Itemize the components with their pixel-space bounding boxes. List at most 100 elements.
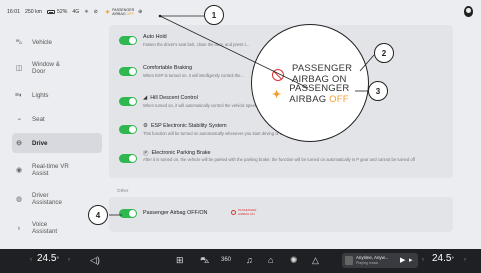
epb-row: Ⓟ Electronic Parking Brake After it is t… xyxy=(119,149,445,175)
play-icon[interactable]: ▶ xyxy=(400,256,405,264)
user-profile-icon[interactable] xyxy=(464,6,473,17)
passenger-airbag-title: Passenger Airbag OFF/ON xyxy=(143,210,208,216)
auto-hold-toggle[interactable] xyxy=(119,36,137,45)
climate-fan-icon[interactable]: ✺ xyxy=(290,255,298,266)
sidebar-item-label: Real-time VR Assist xyxy=(32,163,69,177)
battery-percent: 52% xyxy=(57,9,68,15)
other-section-label: Other xyxy=(117,188,129,193)
passenger-airbag-row: Passenger Airbag OFF/ON PASSENGER AIRBAG… xyxy=(119,208,445,220)
auto-hold-title: Auto Hold xyxy=(143,34,167,40)
right-temp-value: 24.5 xyxy=(432,253,452,264)
sidebar-item-driver-assistance[interactable]: ◍ Driver Assistance xyxy=(14,189,100,209)
music-icon[interactable]: ♫ xyxy=(246,255,253,265)
airbag-on-callout: PASSENGER AIRBAG ON xyxy=(272,63,353,85)
comfortable-braking-desc: When ESP is turned on, it will intellige… xyxy=(143,73,244,78)
hill-descent-icon: ◢ xyxy=(143,95,148,101)
mic-icon: ♁ xyxy=(16,224,22,232)
sidebar-item-label: Window & Door xyxy=(32,61,60,75)
song-subtitle: Playing music xyxy=(356,261,379,265)
360-camera-icon[interactable]: 360 xyxy=(221,257,231,263)
hill-descent-toggle[interactable] xyxy=(119,97,137,106)
sidebar-item-vr-assist[interactable]: ◉ Real-time VR Assist xyxy=(14,160,100,180)
epb-desc: After it is turned on, the vehicle will … xyxy=(143,157,415,162)
esp-title-wrap: ⚙ ESP Electronic Stability System xyxy=(143,123,227,129)
airbag-off-callout: ✦ PASSENGER AIRBAG OFF xyxy=(272,83,350,105)
assist-icon: ◍ xyxy=(15,196,23,203)
left-temp-display[interactable]: 24.5° xyxy=(37,253,59,264)
epb-title: Electronic Parking Brake xyxy=(151,150,211,156)
sidebar-item-window-door[interactable]: ◫ Window & Door xyxy=(14,58,100,78)
airbag-off-icon: ✦ xyxy=(105,9,111,16)
seat-icon: ⟓ xyxy=(17,115,21,122)
bottom-dock: ‹ 24.5° › ◁) ⊞ ⛍ 360 ♫ ⌂ ✺ △ Anytime, An… xyxy=(0,249,481,273)
next-track-icon[interactable]: ▸ xyxy=(409,256,413,264)
vr-icon: ◉ xyxy=(15,167,23,174)
passenger-airbag-status: ✦ PASSENGER AIRBAG OFF xyxy=(105,8,134,16)
apps-grid-icon[interactable]: ⊞ xyxy=(176,255,184,266)
comfortable-braking-title: Comfortable Braking xyxy=(143,65,193,71)
camera-off-icon: ⊘ xyxy=(93,9,99,15)
passenger-airbag-toggle[interactable] xyxy=(119,209,137,218)
battery-indicator: 52% xyxy=(47,9,67,15)
airbag-off-large-icon: ✦ xyxy=(272,89,282,101)
clock: 16:01 xyxy=(7,9,20,15)
media-widget[interactable]: Anytime, Anyw... Playing music ▶ ▸ xyxy=(342,253,418,268)
left-temp-value: 24.5 xyxy=(37,253,57,264)
annotation-badge-2: 2 xyxy=(374,43,394,63)
callout-off-line2: AIRBAG xyxy=(289,93,327,105)
sidebar-item-label: Driver Assistance xyxy=(32,192,62,206)
airbag-on-icon xyxy=(272,68,284,81)
sidebar-item-drive[interactable]: ⊖ Drive xyxy=(12,133,102,153)
window-icon: ◫ xyxy=(15,65,23,72)
esp-toggle[interactable] xyxy=(119,125,137,134)
album-art xyxy=(345,256,353,265)
left-temp-down-icon[interactable]: ‹ xyxy=(30,257,32,263)
esp-title: ESP Electronic Stability System xyxy=(150,123,227,129)
light-icon: ≡◐ xyxy=(14,91,24,99)
callout-on-line1: PASSENGER xyxy=(292,63,353,74)
signal-indicator: 4G xyxy=(72,9,80,15)
annotation-badge-4: 4 xyxy=(88,205,108,225)
passenger-airbag-mini-indicator: PASSENGER AIRBAG ON xyxy=(231,208,256,216)
other-settings-card: Passenger Airbag OFF/ON PASSENGER AIRBAG… xyxy=(109,197,453,232)
annotation-badge-1: 1 xyxy=(204,5,224,25)
volume-icon[interactable]: ◁) xyxy=(90,255,100,266)
pab-status-line2: AIRBAG xyxy=(112,12,126,16)
auto-hold-desc: Fasten the driver's seat belt, close the… xyxy=(143,42,250,47)
sidebar-item-label: Vehicle xyxy=(32,38,52,46)
left-temp-up-icon[interactable]: › xyxy=(68,257,70,263)
sidebar-item-vehicle[interactable]: ⛍ Vehicle xyxy=(14,32,100,52)
callout-off-line1: PASSENGER xyxy=(289,83,350,94)
range-readout: 250 km xyxy=(24,9,42,15)
sidebar-item-label: Lights xyxy=(32,91,49,99)
annotation-badge-3: 3 xyxy=(368,81,388,101)
navigation-icon[interactable]: △ xyxy=(312,255,319,266)
home-icon[interactable]: ⌂ xyxy=(268,255,273,265)
sidebar-item-label: Voice Assistant xyxy=(32,221,58,235)
sidebar-item-label: Seat xyxy=(32,115,45,123)
car-dock-icon[interactable]: ⛍ xyxy=(200,255,209,267)
sidebar-item-lights[interactable]: ≡◐ Lights xyxy=(14,85,100,105)
callout-off-state: OFF xyxy=(329,93,349,105)
globe-icon: ⊕ xyxy=(138,9,143,15)
epb-title-wrap: Ⓟ Electronic Parking Brake xyxy=(143,149,211,157)
epb-toggle[interactable] xyxy=(119,154,137,163)
sidebar-item-label: Drive xyxy=(32,139,48,147)
right-temp-display[interactable]: 24.5° xyxy=(432,253,454,264)
song-title: Anytime, Anyw... xyxy=(356,255,389,260)
right-temp-up-icon[interactable]: › xyxy=(464,257,466,263)
right-temp-down-icon[interactable]: ‹ xyxy=(422,257,424,263)
steering-wheel-icon: ⊖ xyxy=(16,140,22,147)
parking-brake-icon: Ⓟ xyxy=(143,151,149,157)
hill-descent-title: Hill Descent Control xyxy=(150,95,198,101)
sidebar-item-seat[interactable]: ⟓ Seat xyxy=(14,109,100,129)
comfortable-braking-toggle[interactable] xyxy=(119,67,137,76)
sidebar-item-voice-assistant[interactable]: ♁ Voice Assistant xyxy=(14,218,100,238)
car-icon: ⛍ xyxy=(15,38,23,46)
bluetooth-icon: ✳ xyxy=(84,9,89,15)
pab-status-state: OFF xyxy=(126,12,134,16)
battery-icon xyxy=(47,10,55,14)
airbag-on-mini-icon xyxy=(231,210,236,216)
status-bar: 16:01 250 km 52% 4G ✳ ⊘ ✦ PASSENGER AIRB… xyxy=(0,0,481,24)
pab-mini-line2: AIRBAG ON xyxy=(238,211,255,216)
